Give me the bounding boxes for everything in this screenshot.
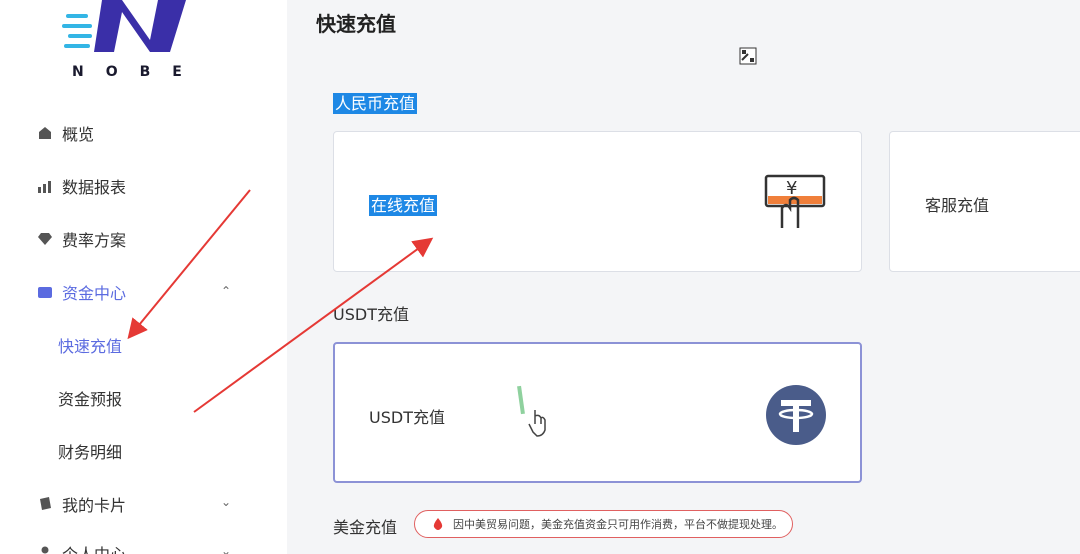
diamond-icon xyxy=(36,230,54,248)
sidebar-subitem-forecast[interactable]: 资金预报 xyxy=(58,383,122,413)
sidebar-item-profile[interactable]: 个人中心 xyxy=(36,538,126,554)
user-icon xyxy=(36,544,54,554)
sidebar-item-funds[interactable]: 资金中心 xyxy=(36,277,126,307)
qr-icon[interactable] xyxy=(738,46,758,66)
online-recharge-label: 在线充值 xyxy=(369,192,438,216)
sidebar: NOBE 概览 数据报表 费率方案 资金中心 ⌃ 快速充值 资金预报 财务明细 … xyxy=(0,0,287,554)
service-recharge-card[interactable]: 客服充值 xyxy=(889,131,1080,272)
svg-text:¥: ¥ xyxy=(786,178,797,199)
sidebar-item-rates[interactable]: 费率方案 xyxy=(36,224,126,254)
usdt-recharge-label: USDT充值 xyxy=(369,408,445,427)
sidebar-item-label: 概览 xyxy=(62,125,95,144)
sidebar-item-label: 数据报表 xyxy=(62,178,127,197)
payment-hand-icon: ¥ xyxy=(764,174,826,228)
online-recharge-text: 在线充值 xyxy=(369,195,438,216)
section-usd-label: 美金充值 xyxy=(333,518,398,537)
card-icon xyxy=(36,495,54,513)
sidebar-item-cards[interactable]: 我的卡片 xyxy=(36,489,126,519)
tether-logo-icon xyxy=(766,385,826,445)
warning-drop-icon xyxy=(433,518,443,530)
wallet-icon xyxy=(36,283,54,301)
home-icon xyxy=(36,124,54,142)
online-recharge-card[interactable]: 在线充值 ¥ xyxy=(333,131,862,272)
usd-notice-text: 因中美贸易问题，美金充值资金只可用作消费，平台不做提现处理。 xyxy=(453,518,783,531)
sidebar-item-reports[interactable]: 数据报表 xyxy=(36,171,126,201)
section-usdt-label: USDT充值 xyxy=(333,305,409,324)
sidebar-subitem-finance-detail[interactable]: 财务明细 xyxy=(58,436,122,466)
chart-icon xyxy=(36,177,54,195)
chevron-down-icon[interactable]: ⌄ xyxy=(221,495,231,509)
main-content: 快速充值 人民币充值 在线充值 ¥ 客服充值 USDT充值 USDT充值 美金充… xyxy=(287,0,1080,554)
chevron-down-icon[interactable]: ⌄ xyxy=(221,544,231,554)
chevron-up-icon[interactable]: ⌃ xyxy=(221,284,231,298)
sidebar-item-label: 个人中心 xyxy=(62,541,126,554)
usdt-recharge-card[interactable]: USDT充值 xyxy=(333,342,862,483)
section-rmb-text: 人民币充值 xyxy=(333,93,418,114)
section-rmb-label: 人民币充值 xyxy=(333,90,418,114)
sidebar-item-label: 费率方案 xyxy=(62,231,127,250)
sidebar-subitem-quick-recharge[interactable]: 快速充值 xyxy=(58,330,122,360)
sidebar-item-overview[interactable]: 概览 xyxy=(36,118,94,148)
cursor-icon xyxy=(517,385,546,437)
sidebar-item-label: 资金中心 xyxy=(62,284,127,303)
page-title: 快速充值 xyxy=(316,12,396,36)
sidebar-item-label: 我的卡片 xyxy=(62,496,127,515)
usd-notice: 因中美贸易问题，美金充值资金只可用作消费，平台不做提现处理。 xyxy=(414,510,793,538)
logo-text: NOBE xyxy=(72,64,204,80)
service-recharge-label: 客服充值 xyxy=(925,196,990,215)
